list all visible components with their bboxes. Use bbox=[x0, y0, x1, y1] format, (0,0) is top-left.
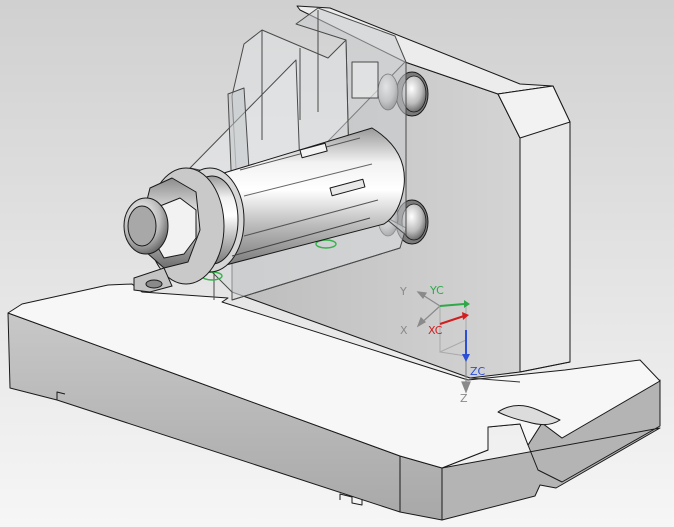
xc-label: XC bbox=[428, 324, 443, 337]
yc-label: YC bbox=[429, 284, 444, 297]
model-scene[interactable]: Y X Z YC XC ZC bbox=[0, 0, 674, 527]
wcs-y-label: Y bbox=[399, 285, 407, 298]
wcs-z-label: Z bbox=[460, 392, 468, 405]
wcs-x-label: X bbox=[400, 324, 408, 337]
zc-label: ZC bbox=[470, 365, 486, 378]
graphics-viewport[interactable]: Y X Z YC XC ZC bbox=[0, 0, 674, 527]
